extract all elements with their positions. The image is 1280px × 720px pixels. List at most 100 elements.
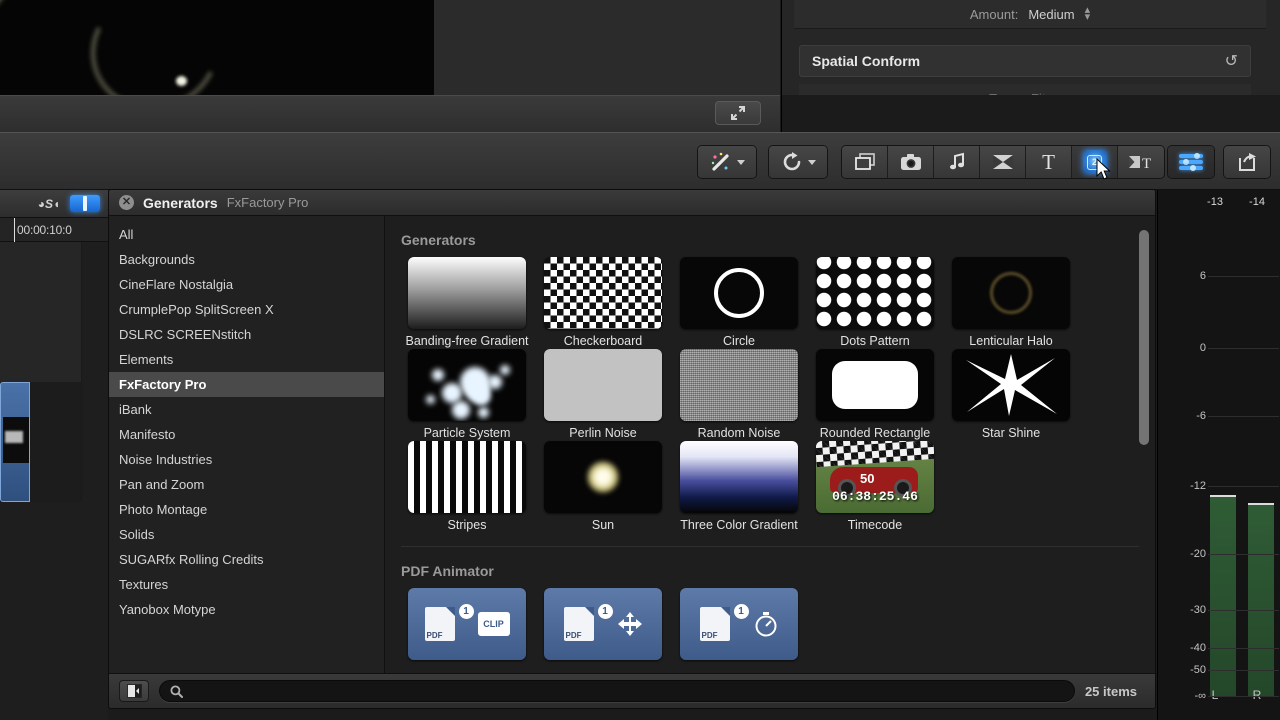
generator-item[interactable]: Banding-free Gradient [399, 257, 535, 349]
sidebar-item-fxfactory-pro[interactable]: FxFactory Pro [109, 372, 384, 397]
timeline-ruler[interactable]: 00:00:10:0 [0, 218, 108, 242]
photos-button[interactable] [888, 146, 934, 178]
sidebar-item-solids[interactable]: Solids [109, 522, 384, 547]
sidebar-item-yanobox-motype[interactable]: Yanobox Motype [109, 597, 384, 622]
snapping-icon[interactable] [70, 195, 100, 212]
sidebar-item-ibank[interactable]: iBank [109, 397, 384, 422]
car-number: 50 [860, 471, 875, 486]
sidebar-item-all[interactable]: All [109, 222, 384, 247]
generator-item[interactable]: PDF 1 [671, 588, 807, 665]
generator-item[interactable]: Circle [671, 257, 807, 349]
generator-item[interactable]: Checkerboard [535, 257, 671, 349]
sidebar-item-backgrounds[interactable]: Backgrounds [109, 247, 384, 272]
sidebar-item-sugarfx-rolling-credits[interactable]: SUGARfx Rolling Credits [109, 547, 384, 572]
generator-item[interactable]: Three Color Gradient [671, 441, 807, 533]
timeline-index-button[interactable] [1168, 146, 1214, 178]
timeline-lower-track[interactable] [30, 382, 82, 502]
browser-title: Generators [143, 194, 218, 211]
generator-item[interactable]: Random Noise [671, 349, 807, 441]
generator-thumbnail-dots[interactable] [816, 257, 934, 329]
sidebar-item-label: CineFlare Nostalgia [119, 277, 234, 292]
generator-thumbnail-halo[interactable] [952, 257, 1070, 329]
retime-button[interactable] [769, 146, 827, 178]
sidebar-item-manifesto[interactable]: Manifesto [109, 422, 384, 447]
sidebar-item-photo-montage[interactable]: Photo Montage [109, 497, 384, 522]
generators-button[interactable]: 2 [1072, 146, 1118, 178]
expand-viewer-button[interactable] [715, 101, 761, 125]
sidebar-item-crumplepop-splitscreen-x[interactable]: CrumplePop SplitScreen X [109, 297, 384, 322]
generator-thumbnail-pdf[interactable]: PDF 1 [544, 588, 662, 660]
svg-text:T: T [1142, 156, 1151, 171]
inspector-amount-row[interactable]: Amount: Medium ▴ ▾ [794, 0, 1266, 29]
generator-thumbnail-pdf[interactable]: PDF 1 [680, 588, 798, 660]
meter-channel-labels: L R [1200, 688, 1272, 702]
generator-item[interactable]: Rounded Rectangle [807, 349, 943, 441]
generator-thumbnail-particle[interactable] [408, 349, 526, 421]
themes-button[interactable]: T [1118, 146, 1164, 178]
sidebar-item-noise-industries[interactable]: Noise Industries [109, 447, 384, 472]
item-count: 25 items [1084, 683, 1137, 699]
search-input[interactable] [190, 684, 1064, 698]
chevron-down-icon [736, 159, 745, 165]
sidebar-item-elements[interactable]: Elements [109, 347, 384, 372]
timecode-overlay: 06:38:25.46 [832, 489, 918, 504]
generator-thumbnail-stripes[interactable] [408, 441, 526, 513]
sidebar-toggle-button[interactable] [119, 680, 149, 702]
sidebar-item-label: DSLRC SCREENstitch [119, 327, 252, 342]
generator-item[interactable]: Star Shine [943, 349, 1079, 441]
generator-item[interactable]: Lenticular Halo [943, 257, 1079, 349]
generator-item[interactable]: PDF 1 [535, 588, 671, 665]
generator-thumbnail-checker[interactable] [544, 257, 662, 329]
content-scrollbar[interactable] [1139, 224, 1149, 665]
viewer-video-frame[interactable] [0, 0, 434, 95]
solo-icon[interactable]: ◕S◖ [36, 194, 62, 214]
share-button[interactable] [1224, 146, 1270, 178]
reset-icon[interactable]: ↺ [1225, 51, 1238, 71]
sidebar-item-cineflare-nostalgia[interactable]: CineFlare Nostalgia [109, 272, 384, 297]
generator-thumbnail-banding[interactable] [408, 257, 526, 329]
generator-thumbnail-three[interactable] [680, 441, 798, 513]
amount-value[interactable]: Medium [1028, 7, 1074, 22]
browser-body: All Backgrounds CineFlare Nostalgia Crumple… [109, 216, 1155, 673]
generator-thumbnail-sun[interactable] [544, 441, 662, 513]
generator-item[interactable]: Sun [535, 441, 671, 533]
right-meter-bar [1248, 503, 1274, 696]
media-browser-button[interactable] [842, 146, 888, 178]
close-icon[interactable]: ✕ [119, 195, 134, 210]
transitions-button[interactable] [980, 146, 1026, 178]
generator-item[interactable]: Perlin Noise [535, 349, 671, 441]
meter-tick: -6 [1196, 410, 1206, 422]
generator-item[interactable]: Dots Pattern [807, 257, 943, 349]
playhead[interactable] [14, 218, 15, 242]
generator-thumbnail-random[interactable] [680, 349, 798, 421]
generator-label: Checkerboard [563, 334, 643, 348]
generator-thumbnail-perlin[interactable] [544, 349, 662, 421]
generator-thumbnail-timecode[interactable]: 50 06:38:25.46 [816, 441, 934, 513]
generator-thumbnail-rounded[interactable] [816, 349, 934, 421]
timeline-upper-track[interactable] [0, 242, 82, 382]
audio-meters-panel[interactable]: -13 -14 6 0 -6 -12 -20 -30 -40 -50 -∞ L R [1157, 190, 1280, 720]
particle-dot [432, 369, 444, 381]
sidebar-item-pan-and-zoom[interactable]: Pan and Zoom [109, 472, 384, 497]
stopwatch-icon [755, 612, 776, 637]
enhancements-button[interactable] [698, 146, 756, 178]
generator-thumbnail-circle[interactable] [680, 257, 798, 329]
music-button[interactable] [934, 146, 980, 178]
generator-thumbnail-pdf[interactable]: PDF 1 CLIP [408, 588, 526, 660]
titles-button[interactable]: T [1026, 146, 1072, 178]
timeline-clip[interactable] [0, 382, 30, 502]
timeline-timecode: 00:00:10:0 [17, 222, 72, 237]
search-field[interactable] [159, 680, 1075, 702]
generator-label: Rounded Rectangle [819, 426, 931, 440]
meter-gridline [1208, 610, 1279, 611]
generator-item[interactable]: PDF 1 CLIP [399, 588, 535, 665]
generator-item[interactable]: Particle System [399, 349, 535, 441]
sidebar-item-textures[interactable]: Textures [109, 572, 384, 597]
generator-thumbnail-star[interactable] [952, 349, 1070, 421]
media-stack-icon [854, 153, 875, 170]
amount-stepper[interactable]: ▴ ▾ [1085, 5, 1091, 23]
generator-item[interactable]: Stripes [399, 441, 535, 533]
scrollbar-thumb[interactable] [1139, 230, 1149, 445]
generator-item[interactable]: 50 06:38:25.46 Timecode [807, 441, 943, 533]
sidebar-item-dslrc-screenstitch[interactable]: DSLRC SCREENstitch [109, 322, 384, 347]
